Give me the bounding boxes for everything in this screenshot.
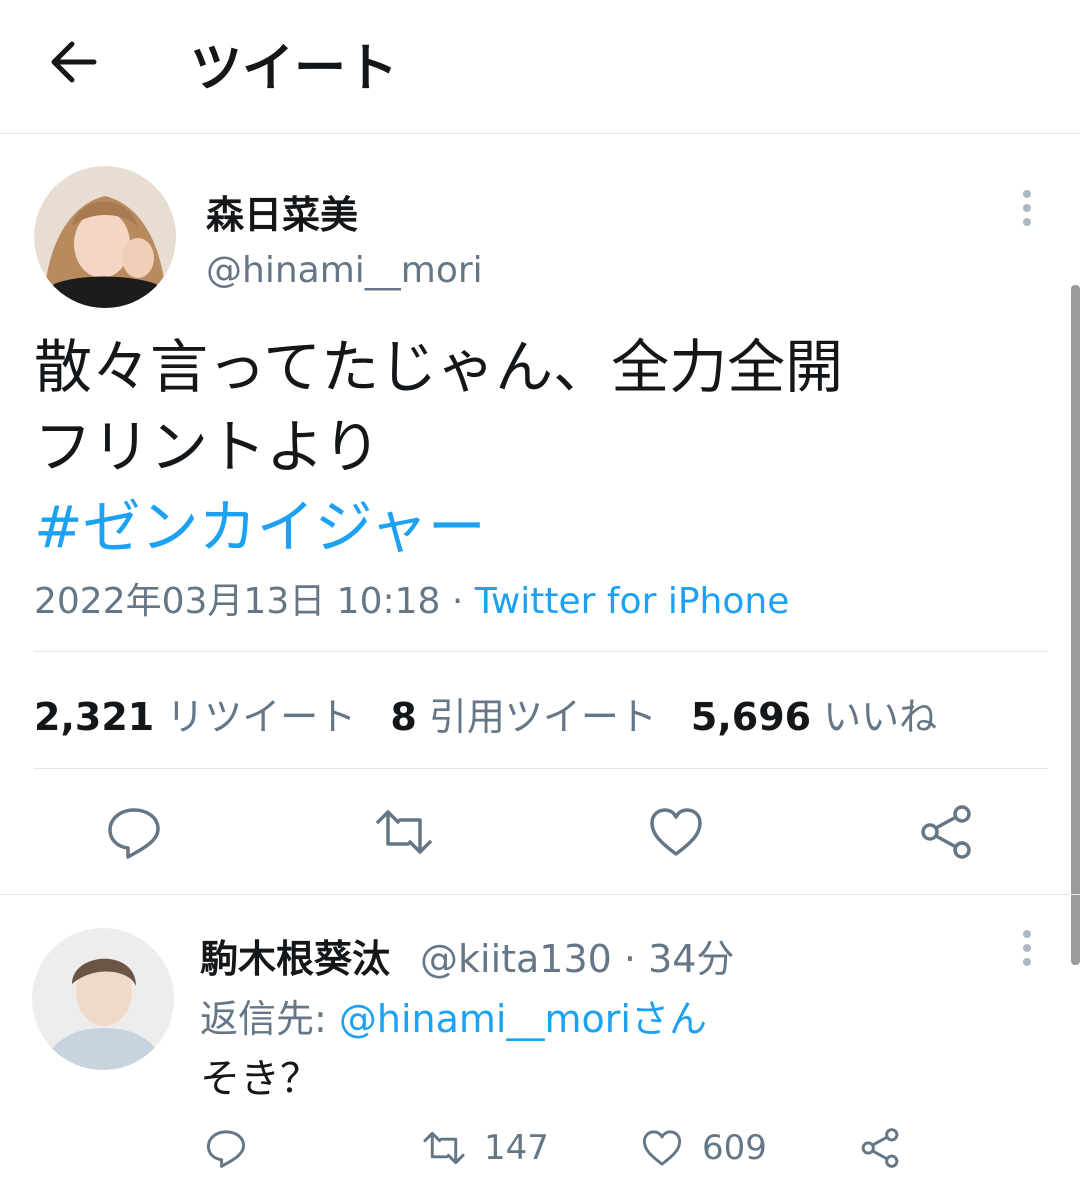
retweet-button[interactable] (374, 802, 434, 862)
meta-separator: · (440, 581, 475, 622)
divider (34, 651, 1048, 652)
avatar-photo (34, 166, 176, 308)
divider (34, 768, 1048, 769)
reply-handle-time[interactable]: @kiita130 · 34分 (420, 928, 734, 983)
avatar-photo (32, 928, 174, 1070)
reply-author-name[interactable]: 駒木根葵汰 (200, 928, 390, 983)
scrollbar[interactable] (1071, 285, 1080, 965)
tweet-text: 散々言ってたじゃん、全力全開 フリントより #ゼンカイジャー (34, 327, 1034, 567)
like-button[interactable] (646, 802, 706, 862)
share-icon (921, 805, 971, 859)
likes-stat[interactable]: 5,696 いいね (691, 695, 937, 739)
like-count: 609 (702, 1128, 767, 1168)
more-vertical-icon (1023, 190, 1031, 226)
heart-icon (642, 1130, 682, 1166)
tweet-source-link[interactable]: Twitter for iPhone (475, 581, 790, 622)
reply-icon (108, 808, 160, 859)
tweet-text-line: フリントより (34, 413, 381, 481)
retweet-count: 147 (484, 1128, 549, 1168)
reply-more-options-button[interactable] (1015, 928, 1039, 968)
share-button[interactable] (916, 802, 976, 862)
author-avatar[interactable] (34, 166, 176, 308)
retweet-icon (376, 810, 432, 854)
heart-icon (650, 808, 702, 856)
retweets-stat[interactable]: 2,321 リツイート (34, 695, 356, 739)
quotes-stat[interactable]: 8 引用ツイート (390, 695, 657, 739)
reply-to-prefix: 返信先: (200, 997, 339, 1041)
divider (0, 894, 1080, 895)
reply-like-button[interactable]: 609 (640, 1126, 767, 1170)
reply-button[interactable] (104, 802, 164, 862)
reply-text: そき？ (200, 1056, 320, 1102)
more-vertical-icon (1023, 930, 1031, 966)
arrow-left-icon (51, 41, 97, 83)
tweet-stats: 2,321 リツイート 8 引用ツイート 5,696 いいね (34, 686, 971, 741)
share-icon (861, 1128, 899, 1168)
reply-to-line: 返信先: @hinami__moriさん (200, 988, 707, 1043)
mention-suffix: さん (630, 997, 707, 1041)
back-button[interactable] (46, 38, 102, 86)
tweet-timestamp[interactable]: 2022年03月13日 10:18 (34, 581, 440, 622)
reply-icon (206, 1130, 246, 1168)
reply-retweet-button[interactable]: 147 (422, 1126, 549, 1170)
tweet-meta: 2022年03月13日 10:18 · Twitter for iPhone (34, 572, 789, 624)
hashtag-link[interactable]: #ゼンカイジャー (34, 487, 1034, 567)
author-handle[interactable]: @hinami__mori (206, 250, 483, 291)
reply-reply-button[interactable] (204, 1126, 248, 1170)
retweet-icon (423, 1131, 465, 1165)
reply-author-avatar[interactable] (32, 928, 174, 1070)
author-name[interactable]: 森日菜美 (206, 184, 358, 239)
reply-share-button[interactable] (858, 1126, 902, 1170)
tweet-text-line: 散々言ってたじゃん、全力全開 (34, 333, 844, 401)
page-title: ツイート (190, 39, 399, 99)
more-options-button[interactable] (1015, 188, 1039, 228)
mention-link[interactable]: @hinami__mori (339, 997, 631, 1041)
top-bar: ツイート (0, 0, 1080, 134)
